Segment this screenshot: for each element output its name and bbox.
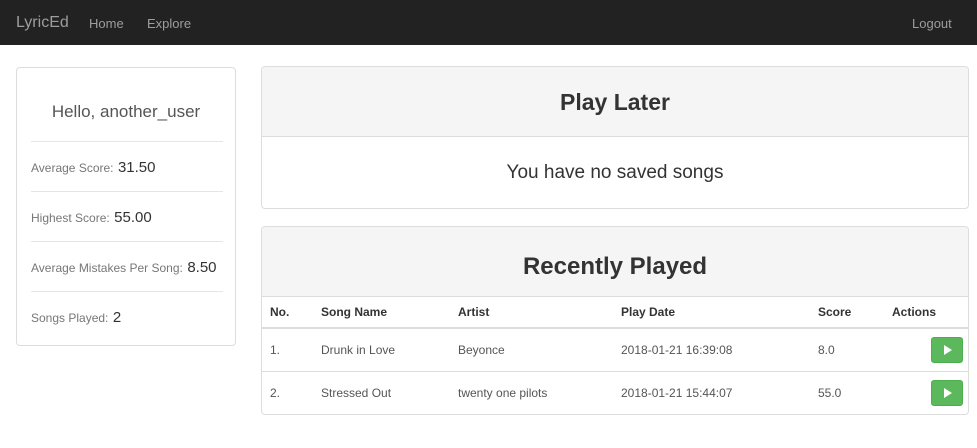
column-header-actions: Actions — [892, 297, 968, 329]
score: 8.0 — [818, 327, 892, 371]
column-header-song-name: Song Name — [321, 297, 458, 329]
artist-name: Beyonce — [458, 327, 621, 371]
greeting-text: Hello, another_user — [51, 102, 201, 121]
nav-explore-link[interactable]: Explore — [147, 16, 191, 31]
row-number: 1. — [262, 327, 321, 371]
recently-played-panel: Recently Played No. Song Name Artist Pla… — [261, 226, 969, 415]
row-number: 2. — [262, 370, 321, 414]
score: 55.0 — [818, 370, 892, 414]
brand-link[interactable]: LyricEd — [16, 14, 69, 32]
play-later-panel: Play Later You have no saved songs — [261, 66, 969, 209]
stat-value: 8.50 — [187, 259, 217, 276]
play-later-title: Play Later — [262, 67, 968, 137]
stat-value: 31.50 — [117, 159, 156, 176]
table-row: 1. Drunk in Love Beyonce 2018-01-21 16:3… — [262, 327, 968, 371]
column-header-no: No. — [262, 297, 321, 329]
stat-label: Songs Played: — [31, 311, 109, 325]
column-header-play-date: Play Date — [621, 297, 818, 329]
top-navbar: LyricEd Home Explore Logout — [0, 0, 977, 45]
stat-label: Average Mistakes Per Song: — [31, 261, 183, 275]
stat-songs-played: Songs Played: 2 — [31, 291, 223, 341]
table-header-row: No. Song Name Artist Play Date Score Act… — [262, 297, 968, 329]
stat-value: 55.00 — [114, 209, 152, 226]
stat-highest-score: Highest Score: 55.00 — [31, 191, 223, 241]
actions-cell — [892, 327, 968, 371]
play-date: 2018-01-21 16:39:08 — [621, 327, 818, 371]
nav-home-link[interactable]: Home — [89, 16, 124, 31]
artist-name: twenty one pilots — [458, 370, 621, 414]
recently-played-title: Recently Played — [262, 227, 968, 297]
stat-label: Highest Score: — [31, 211, 110, 225]
stat-average-mistakes: Average Mistakes Per Song: 8.50 — [31, 241, 223, 291]
column-header-artist: Artist — [458, 297, 621, 329]
actions-cell — [892, 370, 968, 414]
column-header-score: Score — [818, 297, 892, 329]
stat-label: Average Score: — [31, 161, 114, 175]
song-name: Drunk in Love — [321, 327, 458, 371]
profile-card: Hello, another_user Average Score: 31.50… — [16, 67, 236, 346]
logout-link[interactable]: Logout — [912, 16, 952, 31]
stat-value: 2 — [112, 309, 122, 326]
table-row: 2. Stressed Out twenty one pilots 2018-0… — [262, 370, 968, 414]
play-icon[interactable] — [931, 379, 963, 406]
stat-average-score: Average Score: 31.50 — [31, 141, 223, 191]
play-date: 2018-01-21 15:44:07 — [621, 370, 818, 414]
empty-saved-message: You have no saved songs — [506, 162, 724, 183]
recently-played-table: No. Song Name Artist Play Date Score Act… — [262, 297, 968, 414]
play-icon[interactable] — [931, 336, 963, 363]
song-name: Stressed Out — [321, 370, 458, 414]
